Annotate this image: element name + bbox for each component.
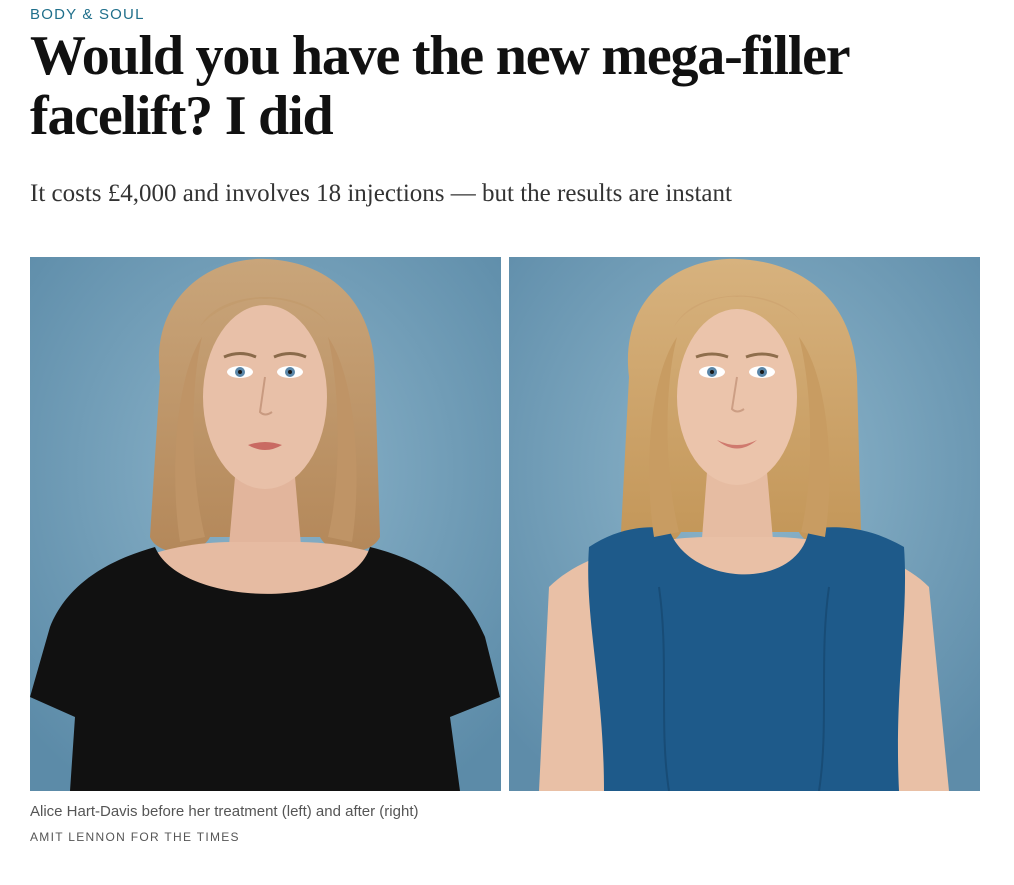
section-link[interactable]: BODY & SOUL <box>30 6 145 23</box>
before-photo <box>30 257 501 791</box>
standfirst: It costs £4,000 and involves 18 injectio… <box>30 180 732 207</box>
headline: Would you have the new mega-filler facel… <box>30 25 850 147</box>
article: BODY & SOUL Would you have the new mega-… <box>0 0 1014 885</box>
photo-credit: AMIT LENNON FOR THE TIMES <box>30 830 240 844</box>
after-photo-illustration <box>509 257 980 791</box>
figure-caption: Alice Hart-Davis before her treatment (l… <box>30 803 419 820</box>
after-photo <box>509 257 980 791</box>
article-figure <box>30 257 980 791</box>
before-photo-illustration <box>30 257 501 791</box>
